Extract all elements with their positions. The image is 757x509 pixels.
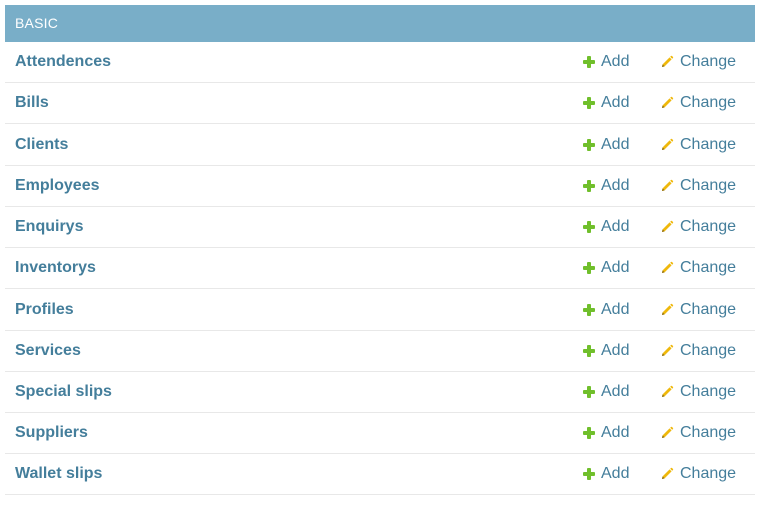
model-link[interactable]: Clients: [15, 124, 68, 165]
change-label: Change: [680, 424, 737, 441]
add-label: Add: [601, 465, 630, 482]
change-link[interactable]: Change: [660, 166, 736, 206]
model-row: Profiles Add Change: [5, 289, 755, 331]
add-label: Add: [601, 424, 630, 441]
model-link[interactable]: Bills: [15, 83, 49, 123]
pencil-icon: [662, 261, 674, 273]
change-label: Change: [680, 177, 737, 194]
model-link[interactable]: Enquirys: [15, 207, 83, 247]
add-link[interactable]: Add: [583, 454, 629, 494]
model-link[interactable]: Attendences: [15, 42, 111, 82]
change-link[interactable]: Change: [660, 289, 736, 330]
add-label: Add: [601, 218, 630, 235]
add-link[interactable]: Add: [583, 124, 629, 165]
model-list: Attendences Add Change Bills Add Change …: [5, 42, 755, 495]
change-label: Change: [680, 94, 737, 111]
add-link[interactable]: Add: [583, 166, 629, 206]
plus-icon: [583, 262, 595, 274]
add-link[interactable]: Add: [583, 331, 629, 371]
change-link[interactable]: Change: [660, 372, 736, 412]
change-label: Change: [680, 300, 737, 318]
add-link[interactable]: Add: [583, 248, 629, 288]
model-row: Inventorys Add Change: [5, 248, 755, 289]
pencil-icon: [662, 303, 674, 315]
model-link[interactable]: Employees: [15, 166, 99, 206]
model-link[interactable]: Suppliers: [15, 413, 88, 453]
change-link[interactable]: Change: [660, 207, 736, 247]
pencil-icon: [662, 426, 674, 438]
change-label: Change: [680, 259, 737, 276]
plus-icon: [583, 97, 595, 109]
plus-icon: [583, 180, 595, 192]
model-row: Wallet slips Add Change: [5, 454, 755, 495]
model-row: Special slips Add Change: [5, 372, 755, 413]
model-link[interactable]: Wallet slips: [15, 454, 102, 494]
change-link[interactable]: Change: [660, 42, 736, 82]
model-row: Enquirys Add Change: [5, 207, 755, 248]
model-row: Bills Add Change: [5, 83, 755, 124]
change-link[interactable]: Change: [660, 248, 736, 288]
model-row: Employees Add Change: [5, 166, 755, 207]
add-label: Add: [601, 94, 630, 111]
model-row: Suppliers Add Change: [5, 413, 755, 454]
add-label: Add: [601, 300, 630, 318]
add-link[interactable]: Add: [583, 372, 629, 412]
pencil-icon: [662, 344, 674, 356]
change-label: Change: [680, 53, 737, 70]
plus-icon: [583, 468, 595, 480]
pencil-icon: [662, 467, 674, 479]
change-label: Change: [680, 135, 737, 153]
plus-icon: [583, 427, 595, 439]
model-link[interactable]: Inventorys: [15, 248, 96, 288]
add-link[interactable]: Add: [583, 413, 629, 453]
add-label: Add: [601, 383, 630, 400]
add-label: Add: [601, 259, 630, 276]
model-row: Attendences Add Change: [5, 42, 755, 83]
add-link[interactable]: Add: [583, 42, 629, 82]
change-label: Change: [680, 218, 737, 235]
plus-icon: [583, 303, 595, 316]
model-link[interactable]: Profiles: [15, 289, 74, 330]
change-link[interactable]: Change: [660, 454, 736, 494]
change-label: Change: [680, 465, 737, 482]
model-link[interactable]: Special slips: [15, 372, 112, 412]
pencil-icon: [662, 220, 674, 232]
pencil-icon: [662, 179, 674, 191]
plus-icon: [583, 386, 595, 398]
add-label: Add: [601, 342, 630, 359]
plus-icon: [583, 221, 595, 233]
add-label: Add: [601, 135, 630, 153]
change-link[interactable]: Change: [660, 413, 736, 453]
model-row: Clients Add Change: [5, 124, 755, 166]
plus-icon: [583, 56, 595, 68]
model-row: Services Add Change: [5, 331, 755, 372]
plus-icon: [583, 345, 595, 357]
pencil-icon: [662, 55, 674, 67]
change-link[interactable]: Change: [660, 83, 736, 123]
add-link[interactable]: Add: [583, 207, 629, 247]
pencil-icon: [662, 96, 674, 108]
model-link[interactable]: Services: [15, 331, 81, 371]
pencil-icon: [662, 138, 674, 150]
add-link[interactable]: Add: [583, 83, 629, 123]
add-label: Add: [601, 53, 630, 70]
app-module-basic: BASIC Attendences Add Change Bills Add C…: [5, 5, 755, 495]
module-caption[interactable]: BASIC: [5, 5, 755, 42]
add-label: Add: [601, 177, 630, 194]
change-label: Change: [680, 342, 737, 359]
change-link[interactable]: Change: [660, 331, 736, 371]
change-label: Change: [680, 383, 737, 400]
plus-icon: [583, 138, 595, 151]
add-link[interactable]: Add: [583, 289, 629, 330]
pencil-icon: [662, 385, 674, 397]
change-link[interactable]: Change: [660, 124, 736, 165]
